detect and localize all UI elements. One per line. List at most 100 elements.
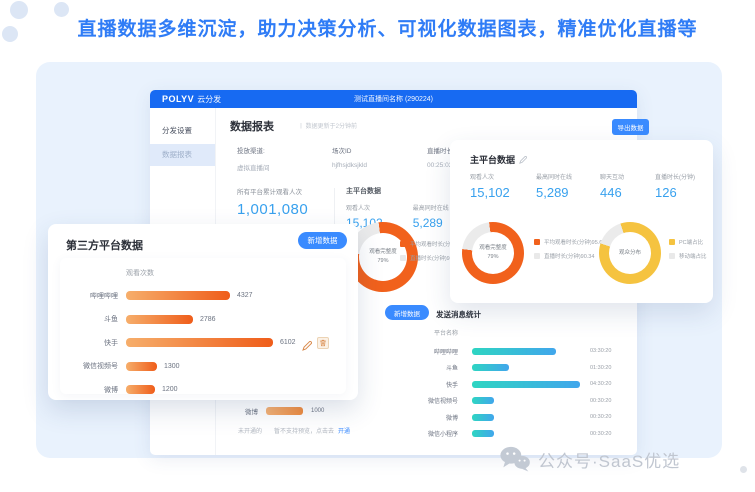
bar-track [472,430,580,437]
table-row: 微信视频号00:30:20 [398,393,611,410]
legend-item: 直播时长(分钟)90.34 [534,252,605,260]
view-count-bar [126,291,230,300]
decor-dot [2,26,18,42]
bar [266,407,303,415]
add-data-button[interactable]: 新增数据 [385,305,429,320]
duration-bar [472,364,509,371]
legend-swatch [534,253,540,259]
completion-donut-chart: 观看完整度 79% [462,222,524,284]
brand-suffix: 云分发 [197,94,221,105]
bar-track [472,364,580,371]
sidebar-item-0[interactable]: 分发设置 [150,120,215,142]
stat-label: 最高同时在线 [413,203,449,212]
stat-value: 126 [655,185,695,200]
message-table-rows: 哔哩哔哩03:30:20斗鱼01:30:20快手04:30:20微信视频号00:… [398,343,611,442]
bar-row: 微博1200 [60,378,346,402]
upgrade-link[interactable]: 开通 [338,426,350,435]
duration-bar [472,414,494,421]
page-note: 丨 数据更新于2分钟前 [298,121,357,130]
bar-track [472,348,580,355]
table-row: 微信小程序 00:30:20 [398,426,611,443]
filter-label: 场次ID [332,145,367,155]
legend-item: 移动端占比 [669,252,707,260]
duration-bar [472,348,556,355]
filter-1: 场次ID hjfhsjdksjkld [332,145,367,169]
bar-value: 6102 [280,339,296,346]
table-row: 哔哩哔哩03:30:20 [398,343,611,360]
table-row: 快手04:30:20 [398,376,611,393]
page: 直播数据多维沉淀，助力决策分析、可视化数据图表，精准优化直播等 POLYV 云分… [0,0,755,492]
legend-label: 平均观看时长(分钟)95.66 [544,238,605,246]
window-title: 测试直播间名称 (290224) [150,94,637,104]
stat-label: 观看人次 [346,203,383,212]
stat: 直播时长(分钟) 126 [655,172,695,200]
section-title: 主平台数据 [346,186,449,196]
view-count-bar [126,362,157,371]
duration-value: 01:30:20 [590,365,611,371]
bar-track [472,397,580,404]
export-data-button[interactable]: 导出数据 [612,119,649,135]
donut-center-label: 观看完整度 79% [462,222,524,284]
filter-label: 投放渠道: [237,145,270,155]
page-title: 数据报表 [230,118,274,134]
wechat-icon [500,446,530,472]
partial-bar-row: 微博 1000 [245,406,324,416]
duration-bar [472,430,494,437]
bar-value: 1200 [162,386,178,393]
stat-label: 直播时长(分钟) [655,172,695,181]
stat-label: 所有平台累计观看人次 [237,186,308,196]
add-data-button[interactable]: 新增数据 [298,232,347,249]
bar-value: 1000 [311,408,324,414]
bar-row: 斗鱼 2786 [60,308,346,332]
legend-swatch [669,253,675,259]
duration-value: 00:30:20 [590,431,611,437]
dashboard-titlebar: POLYV 云分发 测试直播间名称 (290224) [150,90,637,108]
legend-label: 直播时长(分钟)90.34 [544,252,594,260]
duration-bar [472,397,494,404]
edit-icon[interactable] [519,156,527,164]
filter-value: 虚拟直播间 [237,162,270,172]
view-count-bar [126,338,273,347]
stat: 聊天互动446 [600,172,624,200]
edit-icon[interactable] [302,338,312,348]
legend-swatch [669,239,675,245]
donut-legend: PC端占比移动端占比 [669,238,707,266]
stat: 最高同时在线5,289 [536,172,572,200]
bar-track [472,381,580,388]
platform-label: 微信小程序 [398,429,458,438]
legend-label: PC端占比 [679,238,703,246]
duration-value: 04:30:20 [590,381,611,387]
row-actions [302,337,329,349]
duration-value: 00:30:20 [590,398,611,404]
bar-label: 微博 [245,406,258,416]
bar-row: 微信视频号 1300 [60,355,346,379]
view-count-bar [126,315,193,324]
brand-name: POLYV [162,94,194,104]
legend-item: PC端占比 [669,238,707,246]
donut-center-line2: 79% [377,257,388,266]
bar-chart: 观看次数 哔哩哔哩4327斗鱼2786快手6102微信视频号1300微博1200 [60,258,346,394]
donut-center-label: 观看完整度 79% [348,222,418,292]
sidebar-item-1[interactable]: 数据报表 [150,144,215,166]
bar-value: 4327 [237,292,253,299]
bar-label: 快手 [60,338,118,348]
bar-value: 2786 [200,316,216,323]
table-header: 平台名称 [398,328,458,337]
bar-label: 哔哩哔哩 [60,291,118,301]
notice-text: 暂不支持预览，点击去 [274,426,334,435]
bar-label: 斗鱼 [60,314,118,324]
bar-value: 1300 [164,363,180,370]
decor-dot [740,466,747,473]
message-stats-title: 发送消息统计 [436,309,481,320]
third-party-rows: 哔哩哔哩 4327 斗鱼 2786 快手 6102 微信视频号 1300 微博1200 [60,284,346,402]
decor-dot [10,1,28,19]
watermark: 公众号·SaaS优选 [500,446,680,472]
stat-label: 聊天互动 [600,172,624,181]
message-table: 平台名称 哔哩哔哩03:30:20斗鱼01:30:20快手04:30:20微信视… [398,328,611,442]
headline: 直播数据多维沉淀，助力决策分析、可视化数据图表，精准优化直播等 [40,14,735,41]
stat: 观看人次15,102 [470,172,510,200]
filter-value: hjfhsjdksjkld [332,162,367,169]
divider [334,188,335,226]
bar-label: 微信视频号 [60,361,118,371]
delete-icon[interactable] [317,337,329,349]
